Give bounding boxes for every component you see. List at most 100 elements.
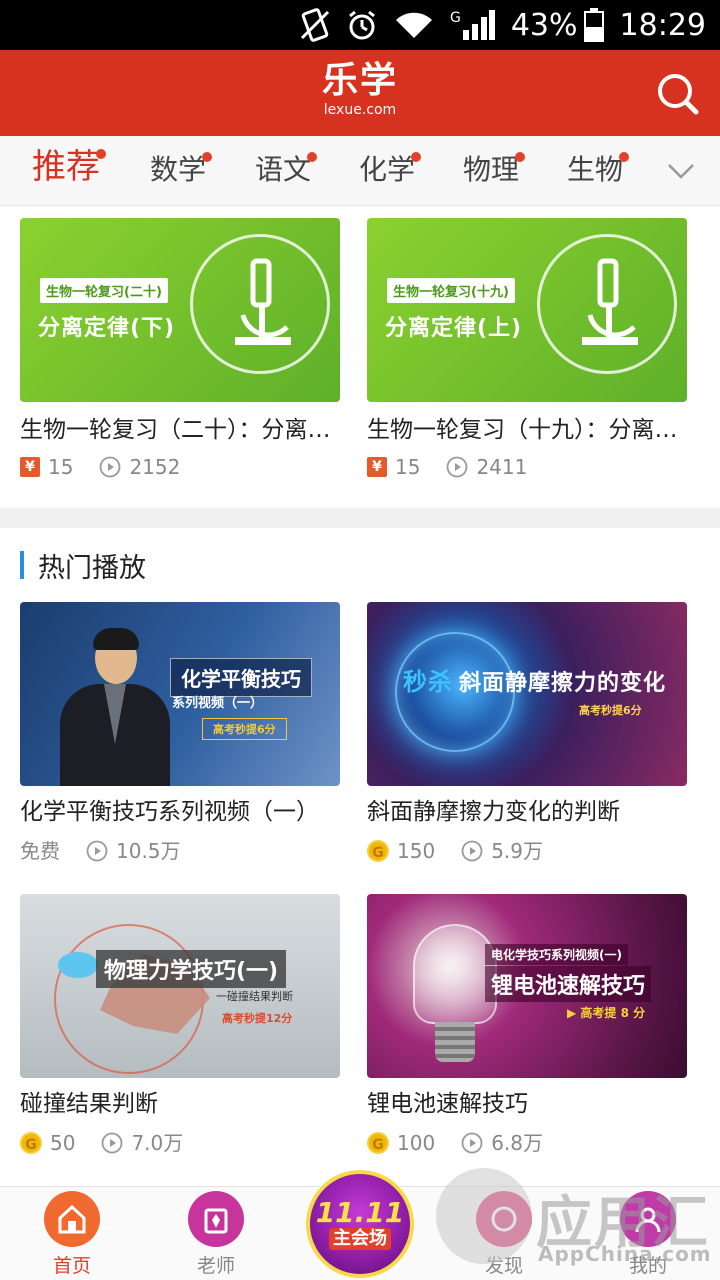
thumbnail-headline: 分离定律(上) (385, 316, 523, 341)
course-thumbnail[interactable]: 电化学技巧系列视频(一) 锂电池速解技巧 ▶ 高考提 8 分 (367, 894, 687, 1078)
clock: 18:29 (619, 7, 706, 43)
nav-teacher[interactable]: 老师 (166, 1191, 266, 1278)
thumbnail-headline: 物理力学技巧(一) (96, 950, 287, 988)
thumbnail-badge: ▶ 高考提 8 分 (567, 1006, 646, 1020)
tab-physics[interactable]: 物理 (463, 150, 526, 190)
network-type: G (449, 10, 461, 26)
teacher-figure (60, 628, 170, 786)
price: G 100 (367, 1130, 435, 1156)
thumbnail-badge: 高考秒提12分 (222, 1012, 293, 1025)
price: ¥15 (20, 454, 73, 480)
tabs-expand-button[interactable] (666, 156, 696, 186)
double-eleven-promo-button[interactable]: 11.11 主会场 (306, 1170, 414, 1278)
views: 2411 (446, 454, 527, 480)
thumbnail-headline: 锂电池速解技巧 (485, 966, 652, 1002)
tab-label: 数学 (150, 153, 207, 186)
chevron-down-icon (668, 164, 694, 179)
thumbnail-tag: 生物一轮复习(二十) (40, 278, 168, 303)
course-thumbnail[interactable]: 秒杀 斜面静摩擦力的变化 高考秒提6分 (367, 602, 687, 786)
course-card[interactable]: 秒杀 斜面静摩擦力的变化 高考秒提6分 斜面静摩擦力变化的判断 G 150 5.9万 (367, 602, 687, 872)
section-header: 热门播放 (20, 548, 146, 584)
coin-icon: G (20, 1132, 42, 1154)
tab-label: 推荐 (32, 147, 100, 187)
status-bar: G 43% 18:29 (0, 0, 720, 50)
course-thumbnail[interactable]: 生物一轮复习(十九) 分离定律(上) (367, 218, 687, 402)
course-thumbnail[interactable]: 生物一轮复习(二十) 分离定律(下) (20, 218, 340, 402)
course-meta: ¥15 2411 (367, 454, 527, 480)
coin-icon: G (367, 1132, 389, 1154)
course-meta: 免费 10.5万 (20, 838, 181, 864)
yen-icon: ¥ (20, 457, 40, 477)
course-title[interactable]: 生物一轮复习（二十）：分离… (20, 414, 350, 446)
search-button[interactable] (654, 70, 700, 116)
course-card[interactable]: 生物一轮复习(二十) 分离定律(下) 生物一轮复习（二十）：分离… ¥15 21… (20, 218, 340, 488)
tab-chinese[interactable]: 语文 (255, 150, 318, 190)
app-header: 乐学 lexue.com (0, 50, 720, 136)
thumbnail-tag: 生物一轮复习(十九) (387, 278, 515, 303)
views-count: 2152 (129, 455, 181, 479)
nav-label: 老师 (196, 1255, 235, 1277)
course-thumbnail[interactable]: 化学平衡技巧 系列视频（一） 高考秒提6分 (20, 602, 340, 786)
play-icon (100, 456, 121, 478)
microscope-icon (190, 234, 330, 374)
tab-biology[interactable]: 生物 (567, 150, 630, 190)
microscope-icon (537, 234, 677, 374)
thumbnail-headline-text: 斜面静摩擦力的变化 (459, 671, 667, 696)
views-count: 10.5万 (116, 839, 181, 863)
new-dot (202, 152, 213, 162)
section-divider (0, 508, 720, 528)
bulb-base (435, 1022, 475, 1062)
tab-chemistry[interactable]: 化学 (359, 150, 422, 190)
thumbnail-headline: 分离定律(下) (38, 316, 176, 341)
promo-date: 11.11 (315, 1196, 405, 1229)
course-card[interactable]: 生物一轮复习(十九) 分离定律(上) 生物一轮复习（十九）：分离… ¥15 24… (367, 218, 687, 488)
nav-label: 首页 (52, 1255, 91, 1277)
battery-icon (583, 8, 604, 42)
course-meta: ¥15 2152 (20, 454, 180, 480)
tab-recommend[interactable]: 推荐 (32, 147, 106, 187)
battery-percent: 43% (510, 7, 578, 43)
price: G 50 (20, 1130, 75, 1156)
price: G 150 (367, 838, 435, 864)
course-meta: G 150 5.9万 (367, 838, 543, 864)
price-value: 100 (397, 1131, 436, 1155)
course-thumbnail[interactable]: 物理力学技巧(一) 一碰撞结果判断 高考秒提12分 (20, 894, 340, 1078)
app-logo: 乐学 lexue.com (310, 60, 410, 118)
teacher-icon (188, 1191, 244, 1247)
course-card[interactable]: 物理力学技巧(一) 一碰撞结果判断 高考秒提12分 碰撞结果判断 G 50 7.0… (20, 894, 340, 1164)
alarm-icon (346, 9, 378, 41)
course-title[interactable]: 碰撞结果判断 (20, 1088, 350, 1120)
section-accent-bar (20, 551, 24, 579)
play-icon (461, 1132, 483, 1154)
course-title[interactable]: 化学平衡技巧系列视频（一） (20, 796, 350, 828)
course-title[interactable]: 斜面静摩擦力变化的判断 (367, 796, 697, 828)
home-icon (44, 1191, 100, 1247)
tab-label: 语文 (255, 153, 312, 186)
views-count: 5.9万 (491, 839, 543, 863)
watermark-domain: AppChina.com (538, 1242, 712, 1266)
course-meta: G 100 6.8万 (367, 1130, 543, 1156)
vibrate-icon (300, 8, 330, 42)
tab-math[interactable]: 数学 (150, 150, 213, 190)
views: 7.0万 (101, 1130, 183, 1156)
thumbnail-headline: 秒杀 斜面静摩擦力的变化 (403, 662, 666, 697)
thumbnail-subtitle: 一碰撞结果判断 (216, 990, 293, 1003)
watermark-logo: 应用汇 AppChina.com (436, 1160, 720, 1280)
thumbnail-subtitle: 系列视频（一） (172, 696, 264, 711)
course-title[interactable]: 生物一轮复习（十九）：分离… (367, 414, 697, 446)
tab-label: 化学 (359, 153, 416, 186)
thumbnail-keyword: 秒杀 (403, 668, 453, 696)
new-dot (515, 152, 526, 162)
thumbnail-badge: 高考秒提6分 (202, 718, 287, 740)
nav-home[interactable]: 首页 (22, 1191, 122, 1278)
course-title[interactable]: 锂电池速解技巧 (367, 1088, 697, 1120)
logo-domain: lexue.com (323, 102, 397, 118)
price-value: 150 (397, 839, 436, 863)
yen-icon: ¥ (367, 457, 387, 477)
new-dot (411, 152, 422, 162)
logo-text: 乐学 (321, 60, 398, 101)
course-card[interactable]: 化学平衡技巧 系列视频（一） 高考秒提6分 化学平衡技巧系列视频（一） 免费 1… (20, 602, 340, 872)
course-meta: G 50 7.0万 (20, 1130, 183, 1156)
course-card[interactable]: 电化学技巧系列视频(一) 锂电池速解技巧 ▶ 高考提 8 分 锂电池速解技巧 G… (367, 894, 687, 1164)
thumbnail-badge: 高考秒提6分 (579, 704, 642, 717)
